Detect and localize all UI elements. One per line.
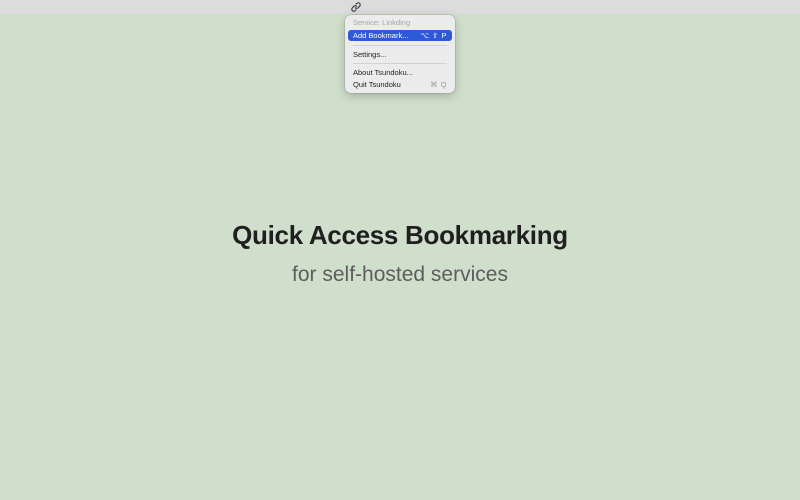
menu-item-about[interactable]: About Tsundoku... [348, 67, 452, 78]
link-icon[interactable] [350, 1, 362, 13]
status-menu: Service: Linkding Add Bookmark... ⌥ ⇧ P … [345, 15, 455, 93]
menu-item-label: Settings... [353, 50, 387, 59]
menu-item-label: Quit Tsundoku [353, 80, 401, 89]
menu-item-label: About Tsundoku... [353, 68, 413, 77]
menu-item-settings[interactable]: Settings... [348, 49, 452, 60]
menu-item-label: Add Bookmark... [353, 31, 409, 40]
menu-item-add-bookmark[interactable]: Add Bookmark... ⌥ ⇧ P [348, 30, 452, 41]
menu-item-shortcut: ⌘ Q [430, 80, 447, 89]
menu-separator [353, 45, 447, 46]
menu-item-quit[interactable]: Quit Tsundoku ⌘ Q [348, 79, 452, 90]
menu-item-shortcut: ⌥ ⇧ P [420, 31, 447, 40]
page-title: Quick Access Bookmarking [232, 220, 568, 250]
menu-separator [353, 63, 447, 64]
menu-bar [0, 0, 800, 14]
page-subtitle: for self-hosted services [292, 263, 508, 286]
menu-header-service: Service: Linkding [353, 18, 411, 27]
